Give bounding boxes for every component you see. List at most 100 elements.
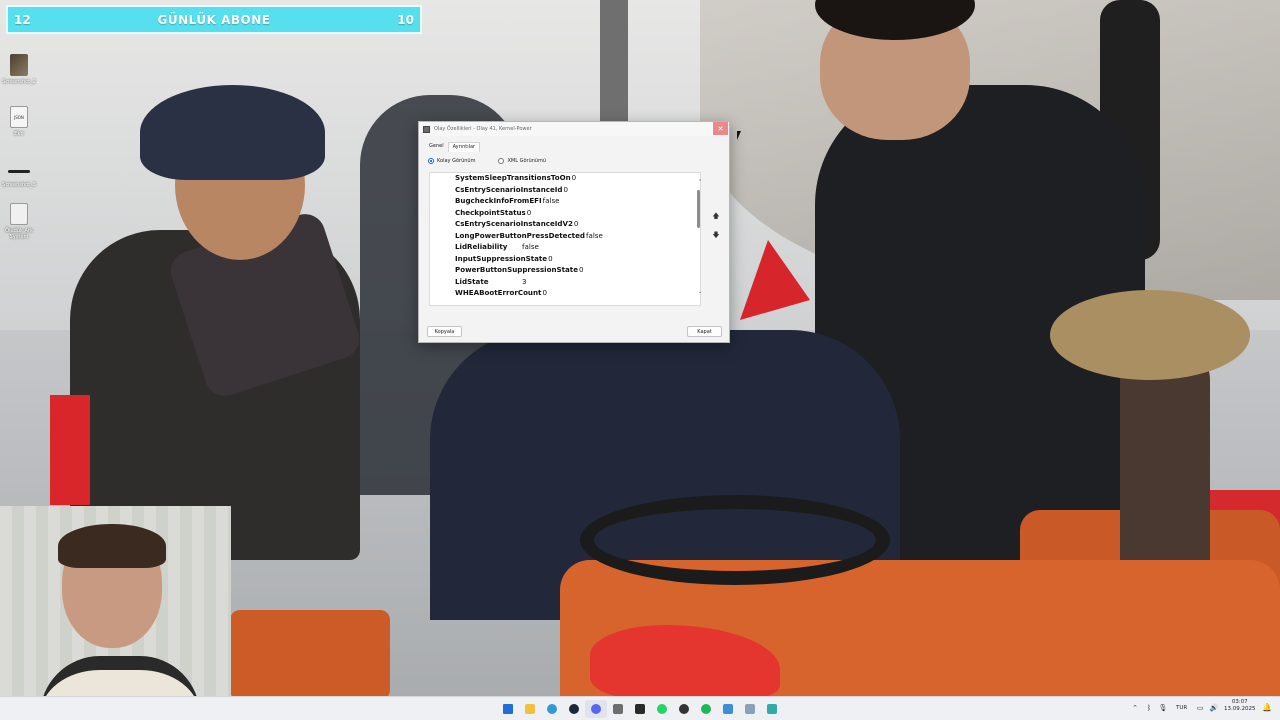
radio-friendly-view[interactable]: Kolay Görünüm <box>428 158 475 164</box>
taskbar-app-button[interactable] <box>761 700 783 718</box>
desktop-icon-ekti[interactable]: JSON Ekti <box>2 106 36 137</box>
copy-button[interactable]: Kopyala <box>427 326 462 337</box>
mouse-cursor-icon <box>737 131 741 140</box>
taskbar: ⌃ ᛒ 🎙 TUR ▭ 🔊 03:07 13.09.2025 🔔 <box>0 696 1280 720</box>
counter-title: GÜNLÜK ABONE <box>157 12 271 27</box>
notification-bell-icon[interactable]: 🔔 <box>1262 703 1272 712</box>
detail-row: CsEntryScenarioInstanceIdV20 <box>455 219 578 229</box>
next-event-button[interactable]: 🡇 <box>711 231 721 241</box>
whatsapp-icon <box>657 704 667 714</box>
volume-icon[interactable]: 🔊 <box>1207 702 1221 714</box>
webcam-overlay <box>0 506 231 720</box>
taskbar-app-button[interactable] <box>695 700 717 718</box>
webcam-child-hair <box>58 524 166 568</box>
detail-value: 0 <box>548 253 553 263</box>
wallpaper-flag <box>50 395 90 505</box>
dialog-titlebar[interactable]: Olay Özellikleri - Olay 41, Kernel-Power <box>419 122 729 136</box>
details-scrollbar-thumb[interactable] <box>697 190 700 228</box>
taskbar-app-button[interactable] <box>651 700 673 718</box>
detail-value: 0 <box>573 219 579 228</box>
discord-icon <box>591 704 601 714</box>
taskbar-app-button[interactable] <box>563 700 585 718</box>
wallpaper-person-left-scarf <box>140 85 325 180</box>
daily-subscriber-counter: 12 GÜNLÜK ABONE 10 <box>6 5 422 34</box>
steam-icon <box>569 704 579 714</box>
taskbar-app-button[interactable] <box>519 700 541 718</box>
counter-right-number: 10 <box>397 12 414 27</box>
detail-value: 0 <box>542 288 547 297</box>
taskbar-app-button[interactable] <box>607 700 629 718</box>
scroll-down-arrow-icon[interactable]: ⌄ <box>698 289 702 295</box>
detail-value: 3 <box>522 276 527 286</box>
photos-icon <box>723 704 733 714</box>
clock-time: 03:07 <box>1231 699 1248 705</box>
radio-xml-view-label: XML Görünümü <box>507 158 547 164</box>
detail-key: PowerButtonSuppressionState <box>455 265 579 274</box>
scroll-up-arrow-icon[interactable]: ⌃ <box>698 179 702 185</box>
bluetooth-icon[interactable]: ᛒ <box>1142 702 1156 714</box>
desktop-icon-label: Ekti <box>14 131 24 137</box>
detail-key: LongPowerButtonPressDetected <box>455 230 585 240</box>
taskbar-app-button[interactable] <box>497 700 519 718</box>
event-viewer-icon <box>423 125 430 133</box>
detail-row: CsEntryScenarioInstanceId0 <box>455 185 568 195</box>
radio-selected-indicator[interactable] <box>428 158 434 164</box>
detail-key: WHEABootErrorCount <box>455 288 542 297</box>
input-language[interactable]: TUR <box>1176 705 1187 711</box>
wallpaper-tractor-lever-knob <box>1050 290 1250 380</box>
notepad-icon <box>745 704 755 714</box>
detail-value: false <box>542 196 560 205</box>
tab-details[interactable]: Ayrıntılar <box>447 142 481 152</box>
edge-icon <box>547 704 557 714</box>
event-properties-dialog: Olay Özellikleri - Olay 41, Kernel-Power… <box>418 121 730 343</box>
detail-row: LidReliability false <box>455 242 539 252</box>
microphone-icon[interactable]: 🎙 <box>1156 702 1170 714</box>
close-window-button[interactable]: ✕ <box>713 122 728 135</box>
spotify-icon <box>701 704 711 714</box>
taskbar-app-button[interactable] <box>585 700 607 718</box>
detail-key: SystemSleepTransitionsToOn <box>455 173 571 182</box>
desktop-icon-screenshot-3[interactable]: Screenshot_3 <box>2 162 36 188</box>
detail-key: CsEntryScenarioInstanceIdV2 <box>455 219 573 228</box>
detail-key: LidReliability <box>455 242 508 251</box>
detail-value: 0 <box>563 184 568 194</box>
taskbar-app-button[interactable] <box>673 700 695 718</box>
epic-games-icon <box>635 704 645 714</box>
chatgpt-icon <box>679 704 689 714</box>
close-button[interactable]: Kapat <box>687 326 722 337</box>
photo-file-icon <box>10 54 28 76</box>
taskbar-app-button[interactable] <box>739 700 761 718</box>
json-file-icon: JSON <box>10 106 28 128</box>
taskbar-app-button[interactable] <box>717 700 739 718</box>
detail-key: CsEntryScenarioInstanceId <box>455 184 563 194</box>
desktop-icon-label: Screenshot_3 <box>2 182 36 188</box>
detail-row: SystemSleepTransitionsToOn0 <box>455 173 576 183</box>
wallpaper-steering-wheel <box>580 495 890 585</box>
document-icon <box>767 704 777 714</box>
detail-value: 0 <box>526 207 532 217</box>
wallpaper-post <box>600 0 628 130</box>
taskbar-clock[interactable]: 03:07 13.09.2025 <box>1224 699 1256 713</box>
arrow-down-icon: 🡇 <box>712 230 720 239</box>
detail-key: CheckpointStatus <box>455 207 526 217</box>
taskbar-app-button[interactable] <box>629 700 651 718</box>
show-hidden-icons-icon[interactable]: ⌃ <box>1128 702 1142 714</box>
system-tray: ⌃ ᛒ 🎙 TUR ▭ 🔊 <box>1128 702 1221 714</box>
detail-row: LongPowerButtonPressDetectedfalse <box>455 231 603 241</box>
taskbar-apps <box>497 700 783 718</box>
detail-row: PowerButtonSuppressionState0 <box>455 265 584 275</box>
detail-row: BugcheckInfoFromEFIfalse <box>455 196 560 206</box>
tab-general[interactable]: Genel <box>425 142 448 152</box>
network-icon[interactable]: ▭ <box>1193 702 1207 714</box>
detail-value: false <box>522 242 539 251</box>
radio-xml-view[interactable]: XML Görünümü <box>498 158 546 164</box>
radio-unselected-indicator[interactable] <box>498 158 505 164</box>
desktop-icon-oluduk-ark-system[interactable]: Ölüdük Ark System <box>2 203 36 240</box>
arrow-up-icon: 🡅 <box>712 211 720 220</box>
detail-value: 0 <box>579 265 584 274</box>
event-details-panel[interactable]: SystemSleepTransitionsToOn0 CsEntryScena… <box>429 172 701 306</box>
desktop-icon-screenshot-2[interactable]: Screenshot_2 <box>2 54 36 85</box>
detail-key: LidState <box>455 276 489 286</box>
taskbar-app-button[interactable] <box>541 700 563 718</box>
previous-event-button[interactable]: 🡅 <box>711 212 721 222</box>
